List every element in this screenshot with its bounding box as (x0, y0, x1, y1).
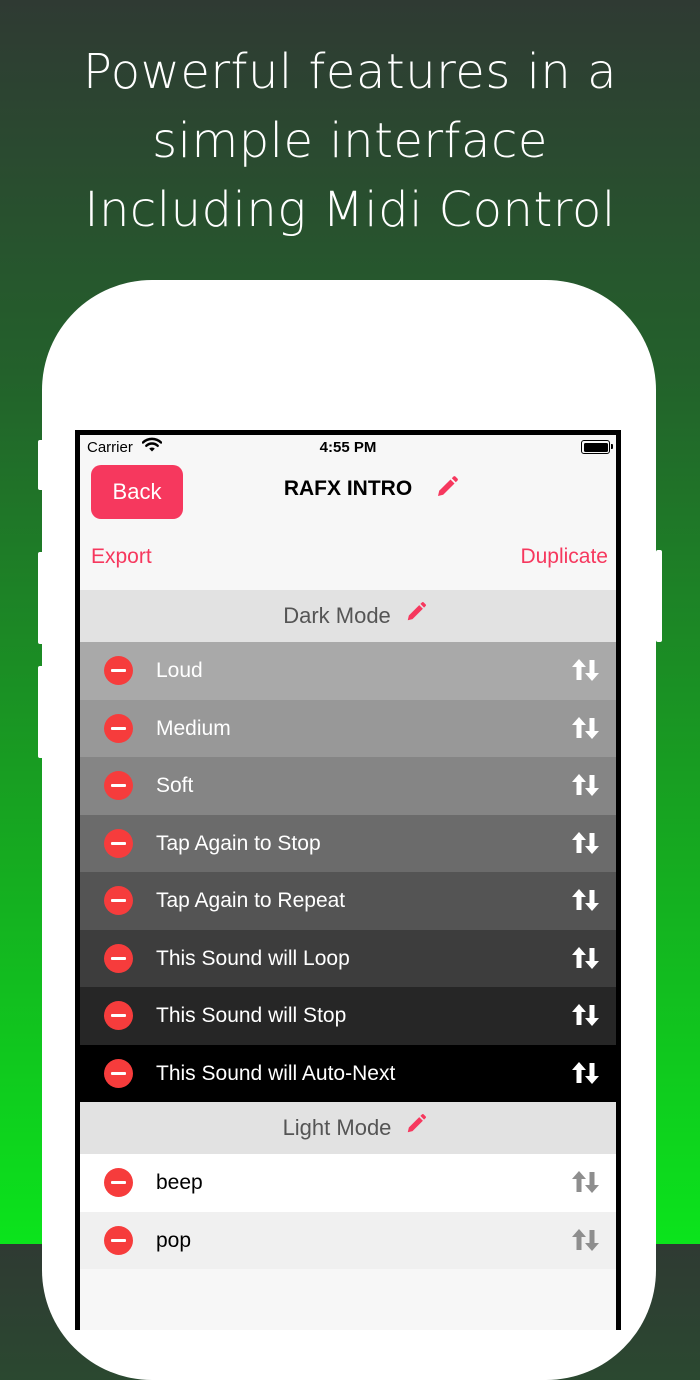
sound-label: Medium (156, 716, 231, 740)
delete-minus-icon[interactable] (104, 713, 133, 743)
sound-row[interactable]: pop (80, 1211, 616, 1269)
phone-power-button (656, 550, 662, 642)
app-screen: Carrier 4:55 PM Back RAFX INTRO Export D… (80, 435, 616, 1330)
reorder-arrows-icon[interactable] (571, 888, 601, 918)
sound-row[interactable]: Tap Again to Stop (80, 814, 616, 872)
delete-minus-icon[interactable] (104, 771, 133, 800)
delete-minus-icon[interactable] (104, 1058, 133, 1088)
reorder-arrows-icon[interactable] (571, 1228, 601, 1258)
sound-row[interactable]: Soft (80, 757, 616, 815)
sound-label: pop (156, 1228, 192, 1252)
sound-row[interactable]: Tap Again to Repeat (80, 872, 616, 930)
section-header[interactable]: Light Mode (80, 1102, 616, 1154)
sound-row[interactable]: This Sound will Loop (80, 929, 616, 987)
edit-section-pencil-icon[interactable] (405, 1113, 427, 1141)
delete-minus-icon[interactable] (104, 828, 133, 858)
delete-minus-icon[interactable] (104, 1168, 133, 1197)
sound-row[interactable]: Loud (80, 642, 616, 700)
section-title: Light Mode (282, 1115, 392, 1140)
delete-minus-icon[interactable] (104, 943, 133, 973)
reorder-arrows-icon[interactable] (571, 831, 601, 861)
reorder-arrows-icon[interactable] (571, 946, 601, 976)
phone-screen: Carrier 4:55 PM Back RAFX INTRO Export D… (75, 430, 621, 1330)
reorder-arrows-icon[interactable] (571, 1170, 601, 1200)
sound-label: Loud (156, 659, 203, 682)
duplicate-button[interactable]: Duplicate (520, 545, 608, 569)
sound-label: Soft (156, 774, 194, 797)
sound-label: This Sound will Loop (156, 946, 350, 970)
sound-row[interactable]: beep (80, 1154, 616, 1212)
phone-side-button (38, 440, 44, 490)
phone-volume-up-button (38, 552, 44, 644)
sound-label: Tap Again to Repeat (156, 889, 346, 912)
sound-label: Tap Again to Stop (156, 831, 321, 855)
section-title: Dark Mode (283, 603, 391, 628)
edit-section-pencil-icon[interactable] (405, 601, 427, 629)
sound-row[interactable]: This Sound will Auto-Next (80, 1044, 616, 1102)
edit-title-pencil-icon[interactable] (435, 475, 459, 505)
reorder-arrows-icon[interactable] (571, 716, 601, 746)
delete-minus-icon[interactable] (104, 1001, 133, 1030)
status-time: 4:55 PM (319, 439, 377, 456)
headline-line-3: Including Midi Control (84, 182, 616, 238)
export-button[interactable]: Export (91, 545, 152, 569)
delete-minus-icon[interactable] (104, 1225, 133, 1255)
nav-title-bar: RAFX INTRO (80, 476, 616, 501)
sound-label: This Sound will Stop (156, 1004, 347, 1027)
sound-row[interactable]: Medium (80, 699, 616, 757)
sound-label: This Sound will Auto-Next (156, 1061, 396, 1085)
reorder-arrows-icon[interactable] (571, 1003, 601, 1033)
section-header[interactable]: Dark Mode (80, 590, 616, 642)
delete-minus-icon[interactable] (104, 886, 133, 915)
reorder-arrows-icon[interactable] (571, 658, 601, 688)
sound-row[interactable]: This Sound will Stop (80, 987, 616, 1045)
headline: Powerful features in a simple interface … (0, 38, 700, 245)
reorder-arrows-icon[interactable] (571, 773, 601, 803)
battery-icon (581, 440, 613, 454)
sound-list: Dark Mode Loud Medium Soft Tap Again to Stop… (80, 590, 616, 1269)
phone-volume-down-button (38, 666, 44, 758)
headline-line-1: Powerful features in a (82, 44, 618, 100)
status-bar: Carrier 4:55 PM (80, 435, 616, 461)
headline-line-2: simple interface (152, 113, 548, 169)
sound-label: beep (156, 1171, 203, 1194)
delete-minus-icon[interactable] (104, 656, 133, 685)
reorder-arrows-icon[interactable] (571, 1061, 601, 1091)
page-title: RAFX INTRO (283, 477, 413, 500)
